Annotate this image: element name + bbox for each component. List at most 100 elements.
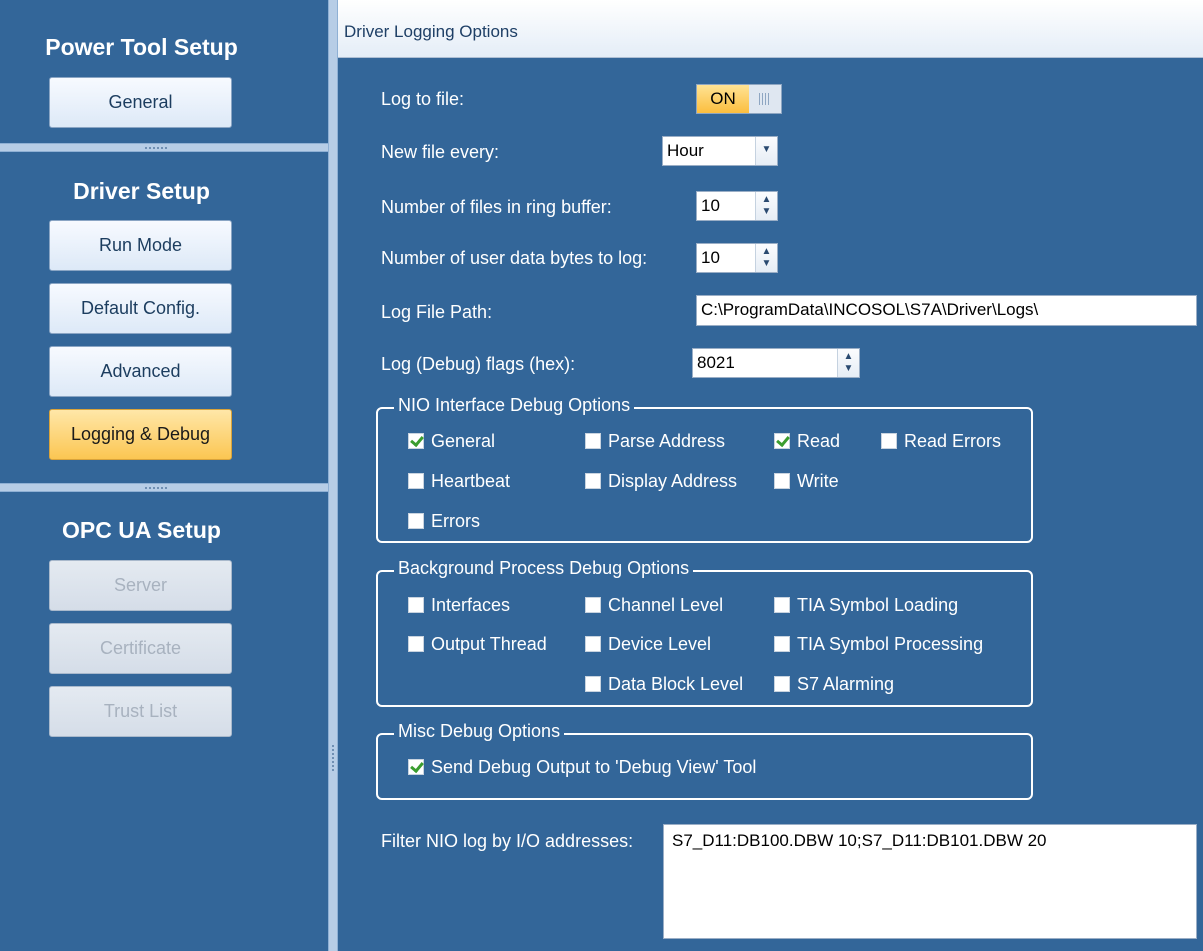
checkbox-box[interactable] (774, 473, 790, 489)
toggle-grip-icon (759, 93, 771, 105)
checkbox-device-level[interactable]: Device Level (585, 633, 711, 655)
checkbox-label: Read (797, 430, 841, 451)
checkbox-box[interactable] (408, 636, 424, 652)
background-debug-options-group: Background Process Debug Options Interfa… (376, 558, 1033, 707)
checkbox-read-errors[interactable]: Read Errors (881, 430, 1001, 452)
checkbox-errors[interactable]: Errors (408, 510, 480, 532)
checkbox-box[interactable] (881, 433, 897, 449)
checkbox-output-thread[interactable]: Output Thread (408, 633, 547, 655)
panel-title: Driver Logging Options (344, 22, 518, 41)
section-title-opc-ua-setup: OPC UA Setup (62, 517, 221, 543)
log-to-file-toggle[interactable]: ON (696, 84, 782, 114)
checkbox-label: TIA Symbol Loading (797, 594, 959, 615)
nav-button-trust-list[interactable]: Trust List (49, 686, 232, 737)
checkbox-box[interactable] (774, 676, 790, 692)
checkbox-label: Write (797, 470, 839, 491)
background-group-title: Background Process Debug Options (394, 558, 694, 579)
nav-button-general[interactable]: General (49, 77, 232, 128)
nio-debug-options-group: NIO Interface Debug Options General Pars… (376, 395, 1033, 543)
nav-button-logging-debug[interactable]: Logging & Debug (49, 409, 232, 460)
checkbox-write[interactable]: Write (774, 470, 839, 492)
nav-button-default-config[interactable]: Default Config. (49, 283, 232, 334)
misc-debug-options-group: Misc Debug Options Send Debug Output to … (376, 721, 1033, 800)
ring-buffer-stepper[interactable]: 10 ▲ ▼ (696, 191, 778, 221)
checkbox-box[interactable] (585, 433, 601, 449)
checkbox-label: Output Thread (431, 633, 547, 654)
splitter-grip-icon (332, 745, 334, 773)
checkbox-box[interactable] (408, 433, 424, 449)
logging-options-panel: Log to file: ON New file every: Hour ▼ N… (338, 58, 1203, 951)
stepper-arrows-icon[interactable]: ▲ ▼ (755, 244, 777, 272)
stepper-arrows-icon[interactable]: ▲ ▼ (755, 192, 777, 220)
checkbox-label: Device Level (608, 633, 712, 654)
checkbox-s7-alarming[interactable]: S7 Alarming (774, 673, 894, 695)
new-file-every-label: New file every: (381, 142, 500, 162)
panel-header: Driver Logging Options (338, 0, 1203, 58)
filter-addresses-textarea[interactable]: S7_D11:DB100.DBW 10;S7_D11:DB101.DBW 20 (663, 824, 1197, 939)
checkbox-box[interactable] (408, 513, 424, 529)
log-to-file-label: Log to file: (381, 89, 465, 109)
divider-grip-icon (145, 147, 169, 149)
checkbox-label: Errors (431, 510, 480, 531)
ring-buffer-label: Number of files in ring buffer: (381, 197, 612, 217)
ring-buffer-value: 10 (701, 196, 720, 215)
checkbox-box[interactable] (408, 597, 424, 613)
log-file-path-label: Log File Path: (381, 302, 493, 322)
user-data-bytes-value: 10 (701, 248, 720, 267)
log-file-path-input[interactable]: C:\ProgramData\INCOSOL\S7A\Driver\Logs\ (696, 295, 1197, 326)
checkbox-box[interactable] (774, 636, 790, 652)
checkbox-box[interactable] (408, 759, 424, 775)
debug-flags-label: Log (Debug) flags (hex): (381, 354, 576, 374)
checkbox-label: Heartbeat (431, 470, 511, 491)
checkbox-heartbeat[interactable]: Heartbeat (408, 470, 510, 492)
checkbox-box[interactable] (585, 597, 601, 613)
checkbox-parse-address[interactable]: Parse Address (585, 430, 725, 452)
stepper-arrows-icon[interactable]: ▲ ▼ (837, 349, 859, 377)
checkbox-channel-level[interactable]: Channel Level (585, 594, 723, 616)
section-title-driver-setup: Driver Setup (73, 178, 210, 204)
toggle-on-state: ON (697, 85, 749, 113)
checkbox-label: Parse Address (608, 430, 726, 451)
sidebar: Power Tool Setup General Driver Setup Ru… (0, 0, 328, 951)
checkbox-label: S7 Alarming (797, 673, 895, 694)
checkbox-label: Data Block Level (608, 673, 744, 694)
checkbox-interfaces[interactable]: Interfaces (408, 594, 510, 616)
nav-button-certificate[interactable]: Certificate (49, 623, 232, 674)
checkbox-label: Read Errors (904, 430, 1002, 451)
checkbox-label: Send Debug Output to 'Debug View' Tool (431, 756, 757, 777)
checkbox-send-debug-output[interactable]: Send Debug Output to 'Debug View' Tool (408, 756, 756, 778)
section-title-power-tool-setup: Power Tool Setup (45, 34, 238, 60)
checkbox-general[interactable]: General (408, 430, 495, 452)
checkbox-read[interactable]: Read (774, 430, 840, 452)
nav-button-server[interactable]: Server (49, 560, 232, 611)
debug-flags-value: 8021 (697, 353, 735, 372)
checkbox-label: TIA Symbol Processing (797, 633, 984, 654)
checkbox-box[interactable] (585, 636, 601, 652)
nav-button-advanced[interactable]: Advanced (49, 346, 232, 397)
checkbox-box[interactable] (585, 473, 601, 489)
divider-grip-icon (145, 487, 169, 489)
checkbox-label: General (431, 430, 496, 451)
chevron-down-icon[interactable]: ▼ (755, 137, 777, 165)
misc-group-title: Misc Debug Options (394, 721, 565, 742)
checkbox-data-block-level[interactable]: Data Block Level (585, 673, 743, 695)
checkbox-tia-symbol-loading[interactable]: TIA Symbol Loading (774, 594, 958, 616)
checkbox-box[interactable] (774, 433, 790, 449)
nav-button-run-mode[interactable]: Run Mode (49, 220, 232, 271)
checkbox-label: Interfaces (431, 594, 511, 615)
new-file-every-dropdown[interactable]: Hour ▼ (662, 136, 778, 166)
panel-splitter[interactable] (328, 0, 338, 951)
checkbox-label: Display Address (608, 470, 738, 491)
nio-group-title: NIO Interface Debug Options (394, 395, 635, 416)
checkbox-label: Channel Level (608, 594, 724, 615)
user-data-bytes-label: Number of user data bytes to log: (381, 248, 648, 268)
user-data-bytes-stepper[interactable]: 10 ▲ ▼ (696, 243, 778, 273)
filter-label: Filter NIO log by I/O addresses: (381, 831, 634, 851)
checkbox-box[interactable] (408, 473, 424, 489)
checkbox-box[interactable] (585, 676, 601, 692)
new-file-every-value: Hour (667, 141, 704, 160)
checkbox-display-address[interactable]: Display Address (585, 470, 737, 492)
debug-flags-stepper[interactable]: 8021 ▲ ▼ (692, 348, 860, 378)
checkbox-tia-symbol-processing[interactable]: TIA Symbol Processing (774, 633, 983, 655)
checkbox-box[interactable] (774, 597, 790, 613)
